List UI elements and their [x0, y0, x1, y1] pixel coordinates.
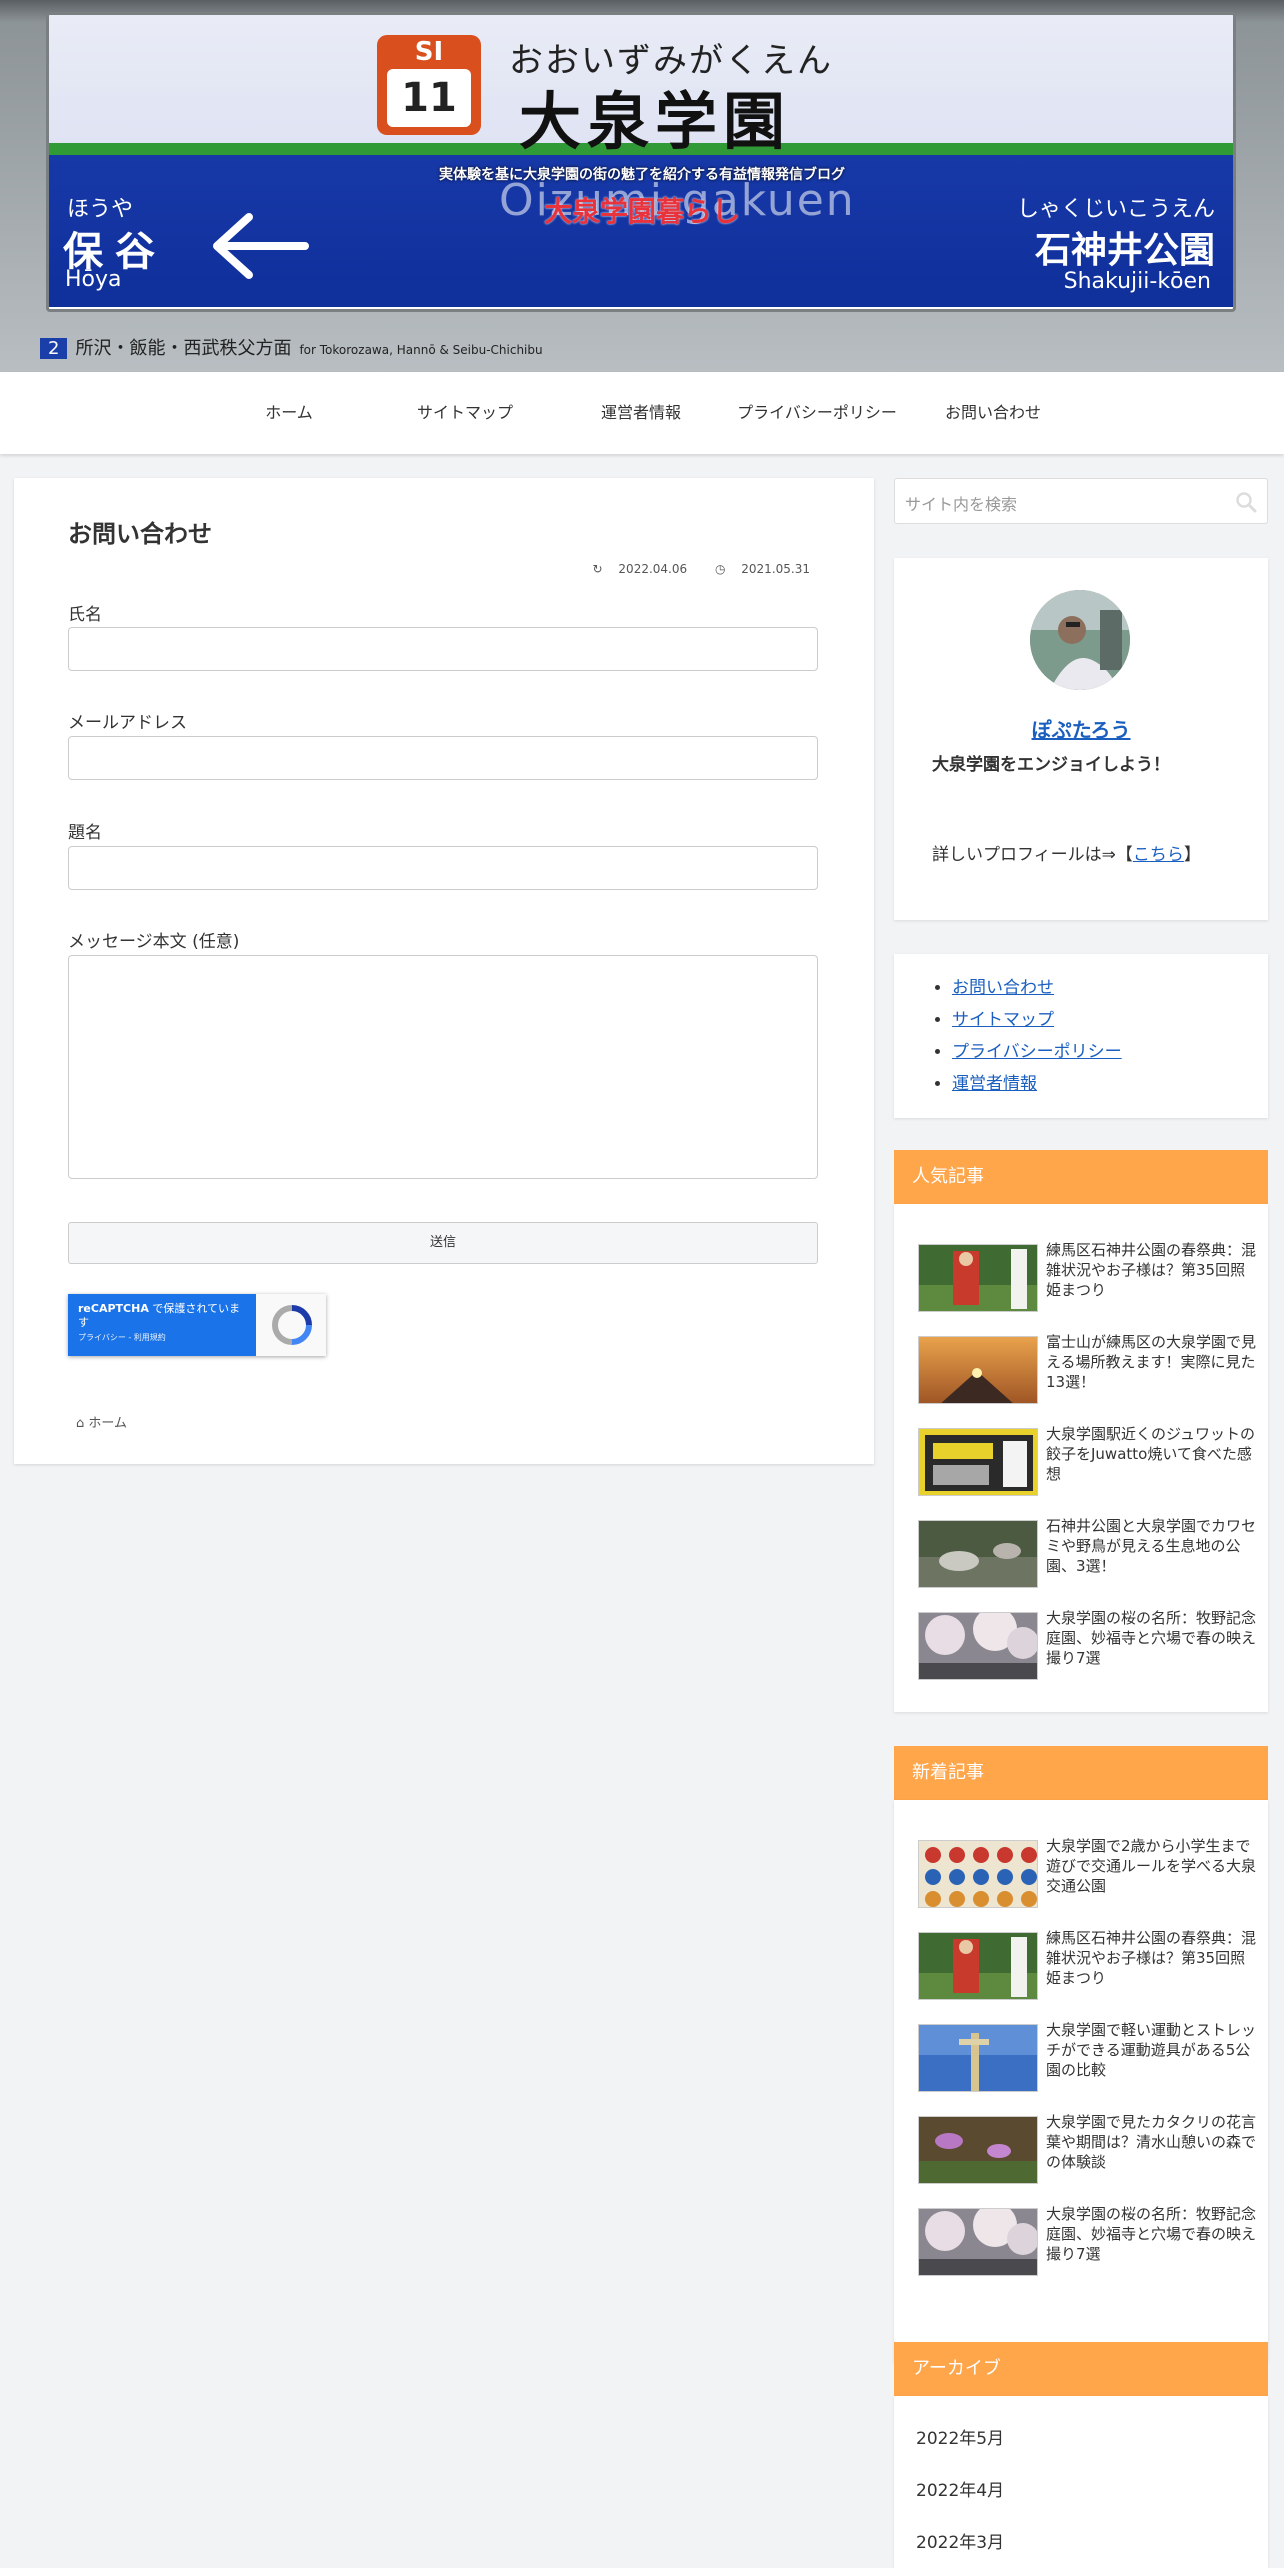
header-image: SI 11 おおいずみがくえん 大泉学園 Oizumi-gakuen ほうや 保… — [0, 0, 1284, 372]
global-nav: ホーム サイトマップ 運営者情報 プライバシーポリシー お問い合わせ — [0, 372, 1284, 454]
message-textarea[interactable] — [68, 955, 818, 1179]
recent-post-5[interactable]: 大泉学園の桜の名所：牧野記念庭園、妙福寺と穴場で春の映え撮り7選 — [918, 2204, 1258, 2276]
recaptcha-links[interactable]: プライバシー - 利用規約 — [78, 1332, 246, 1343]
post-thumbnail — [918, 2208, 1038, 2276]
post-thumbnail — [918, 1520, 1038, 1588]
archive-widget: 2022年5月 2022年4月 2022年3月 — [894, 2396, 1268, 2568]
link-sitemap[interactable]: サイトマップ — [952, 1010, 1054, 1030]
list-item: プライバシーポリシー — [952, 1036, 1122, 1068]
main-content: お問い合わせ ↻ 2022.04.06 ◷ 2021.05.31 氏名 メールア… — [14, 478, 874, 1464]
profile-name[interactable]: ぽぷたろう — [894, 714, 1268, 743]
message-label: メッセージ本文 (任意) — [68, 932, 240, 952]
search-input[interactable]: サイト内を検索 — [894, 478, 1268, 524]
site-tagline: 実体験を基に大泉学園の街の魅了を紹介する有益情報発信ブログ — [439, 167, 845, 183]
popular-post-4[interactable]: 石神井公園と大泉学園でカワセミや野鳥が見える生息地の公園、3選！ — [918, 1516, 1258, 1588]
site-header: SI 11 おおいずみがくえん 大泉学園 Oizumi-gakuen ほうや 保… — [0, 0, 1284, 372]
post-thumbnail — [918, 2116, 1038, 2184]
pages-widget: お問い合わせ サイトマップ プライバシーポリシー 運営者情報 — [894, 954, 1268, 1118]
recent-post-1[interactable]: 大泉学園で2歳から小学生まで遊びで交通ルールを学べる大泉交通公園 — [918, 1836, 1258, 1908]
profile-tagline: 大泉学園をエンジョイしよう！ — [932, 755, 1170, 775]
page-title: お問い合わせ — [68, 520, 212, 548]
station-number-badge: SI 11 — [377, 35, 481, 135]
recent-post-3[interactable]: 大泉学園で軽い運動とストレッチができる運動遊具がある5公園の比較 — [918, 2020, 1258, 2092]
post-thumbnail — [918, 1612, 1038, 1680]
post-thumbnail — [918, 1244, 1038, 1312]
recent-widget: 大泉学園で2歳から小学生まで遊びで交通ルールを学べる大泉交通公園 練馬区石神井公… — [894, 1800, 1268, 2362]
link-privacy[interactable]: プライバシーポリシー — [952, 1042, 1122, 1062]
archive-heading: アーカイブ — [894, 2342, 1268, 2396]
site-title[interactable]: 大泉学園暮らし — [0, 190, 1284, 230]
popular-post-5[interactable]: 大泉学園の桜の名所：牧野記念庭園、妙福寺と穴場で春の映え撮り7選 — [918, 1608, 1258, 1680]
post-thumbnail — [918, 1932, 1038, 2000]
recaptcha-icon — [272, 1305, 312, 1345]
post-dates: ↻ 2022.04.06 ◷ 2021.05.31 — [569, 562, 810, 576]
popular-heading: 人気記事 — [894, 1150, 1268, 1204]
archive-item-2022-04[interactable]: 2022年4月 — [916, 2476, 1004, 2501]
avatar — [1030, 590, 1130, 690]
recent-post-2[interactable]: 練馬区石神井公園の春祭典：混雑状況やお子様は？第35回照姫まつり — [918, 1928, 1258, 2000]
direction-sign: 2 所沢・飯能・西武秩父方面 for Tokorozawa, Hannō & Sei… — [40, 334, 543, 360]
archive-item-2022-05[interactable]: 2022年5月 — [916, 2424, 1004, 2449]
search-icon[interactable] — [1235, 491, 1257, 513]
station-sign: SI 11 おおいずみがくえん 大泉学園 Oizumi-gakuen ほうや 保… — [46, 12, 1236, 312]
breadcrumb[interactable]: ⌂ ホーム — [76, 1412, 127, 1431]
recent-post-4[interactable]: 大泉学園で見たカタクリの花言葉や期間は？清水山憩いの森での体験談 — [918, 2112, 1258, 2184]
clock-icon: ◷ — [714, 562, 726, 576]
nav-item-sitemap[interactable]: サイトマップ — [373, 372, 557, 454]
post-thumbnail — [918, 2024, 1038, 2092]
nav-item-operator[interactable]: 運営者情報 — [549, 372, 733, 454]
email-label: メールアドレス — [68, 713, 187, 733]
popular-post-1[interactable]: 練馬区石神井公園の春祭典：混雑状況やお子様は？第35回照姫まつり — [918, 1240, 1258, 1312]
nav-item-home[interactable]: ホーム — [197, 372, 381, 454]
popular-post-3[interactable]: 大泉学園駅近くのジュワットの餃子をJuwatto焼いて食べた感想 — [918, 1424, 1258, 1496]
nav-item-privacy[interactable]: プライバシーポリシー — [725, 372, 909, 454]
recent-heading: 新着記事 — [894, 1746, 1268, 1800]
nav-item-contact[interactable]: お問い合わせ — [901, 372, 1085, 454]
recaptcha-badge[interactable]: reCAPTCHA で保護されています プライバシー - 利用規約 — [68, 1294, 326, 1356]
name-field[interactable] — [68, 627, 818, 671]
email-field[interactable] — [68, 736, 818, 780]
list-item: お問い合わせ — [952, 972, 1122, 1004]
popular-post-2[interactable]: 富士山が練馬区の大泉学園で見える場所教えます！実際に見た13選！ — [918, 1332, 1258, 1404]
submit-button[interactable]: 送信 — [68, 1222, 818, 1264]
link-contact[interactable]: お問い合わせ — [952, 978, 1054, 998]
updated-date: ↻ 2022.04.06 — [592, 562, 688, 576]
post-thumbnail — [918, 1840, 1038, 1908]
archive-item-2022-03[interactable]: 2022年3月 — [916, 2528, 1004, 2553]
link-operator[interactable]: 運営者情報 — [952, 1074, 1037, 1094]
published-date: ◷ 2021.05.31 — [714, 562, 810, 576]
subject-field[interactable] — [68, 846, 818, 890]
list-item: 運営者情報 — [952, 1068, 1122, 1100]
profile-more: 詳しいプロフィールは⇒【こちら】 — [932, 845, 1201, 865]
name-label: 氏名 — [68, 605, 102, 625]
history-icon: ↻ — [592, 562, 603, 576]
post-thumbnail — [918, 1428, 1038, 1496]
profile-link[interactable]: こちら — [1133, 845, 1184, 865]
profile-widget: ぽぷたろう 大泉学園をエンジョイしよう！ 詳しいプロフィールは⇒【こちら】 — [894, 558, 1268, 920]
list-item: サイトマップ — [952, 1004, 1122, 1036]
subject-label: 題名 — [68, 823, 102, 843]
home-icon: ⌂ — [76, 1416, 85, 1431]
post-thumbnail — [918, 1336, 1038, 1404]
popular-widget: 練馬区石神井公園の春祭典：混雑状況やお子様は？第35回照姫まつり 富士山が練馬区… — [894, 1204, 1268, 1712]
